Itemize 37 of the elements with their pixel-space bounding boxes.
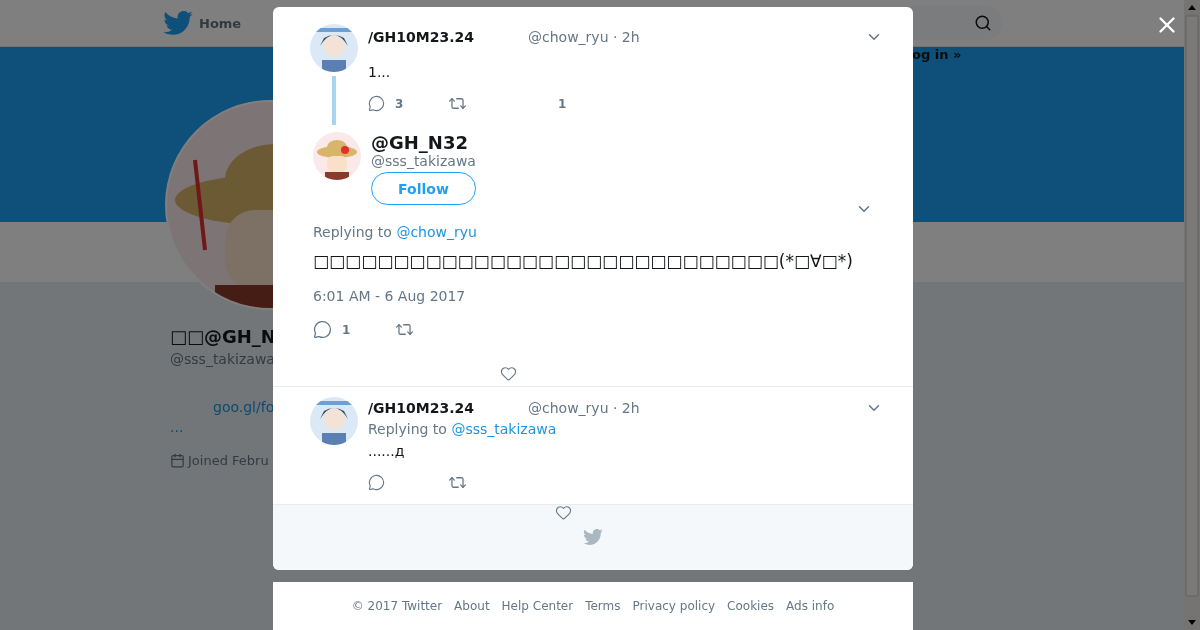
tweet-text: ......д — [368, 443, 406, 459]
footer-link[interactable]: Cookies — [727, 599, 775, 613]
reply-count: 3 — [395, 96, 404, 111]
replying-to-text: Replying to @sss_takizawa — [368, 421, 558, 437]
profile-handle: @sss_takizawa — [170, 351, 275, 367]
user-name[interactable]: /GH10M23.24 — [368, 29, 528, 45]
copyright-text: © 2017 Twitter — [351, 599, 443, 613]
reply-count: 1 — [342, 322, 351, 337]
footer-link[interactable]: About — [454, 599, 490, 613]
bird-icon — [163, 10, 193, 36]
follow-button[interactable]: Follow — [371, 172, 476, 205]
user-handle[interactable]: @sss_takizawa — [371, 153, 476, 169]
user-name[interactable]: @GH_N32 — [371, 132, 468, 153]
calendar-icon — [170, 453, 185, 468]
mention-link[interactable]: @sss_takizawa — [451, 421, 557, 437]
user-name[interactable]: /GH10M23.24 — [368, 400, 528, 416]
joined-date: Joined Febru — [188, 453, 269, 468]
scrollbar[interactable] — [1184, 0, 1200, 630]
user-handle[interactable]: @chow_ryu · 2h — [528, 29, 640, 45]
reply-icon[interactable] — [313, 320, 332, 339]
reply-icon[interactable] — [368, 95, 385, 112]
like-count: 1 — [558, 96, 567, 111]
like-icon[interactable] — [555, 504, 572, 521]
reply-icon[interactable] — [368, 474, 385, 491]
footer-link[interactable]: Privacy policy — [632, 599, 716, 613]
tweet-text: 1... — [368, 64, 392, 80]
footer-link[interactable]: Terms — [585, 599, 621, 613]
like-icon[interactable] — [500, 365, 517, 382]
search-icon[interactable] — [974, 14, 992, 32]
bird-icon — [583, 529, 603, 546]
user-handle[interactable]: @chow_ryu · 2h — [528, 400, 640, 416]
footer-link[interactable]: Ads info — [786, 599, 835, 613]
footer-link[interactable]: Help Center — [501, 599, 574, 613]
mention-link[interactable]: @chow_ryu — [396, 224, 477, 240]
profile-name: □□@GH_N — [170, 326, 276, 347]
tweet-text: □□□□□□□□□□□□□□□□□□□□□□□□□□□□□(*□∀□*) — [313, 250, 853, 273]
nav-home-link[interactable]: Home — [199, 15, 242, 31]
